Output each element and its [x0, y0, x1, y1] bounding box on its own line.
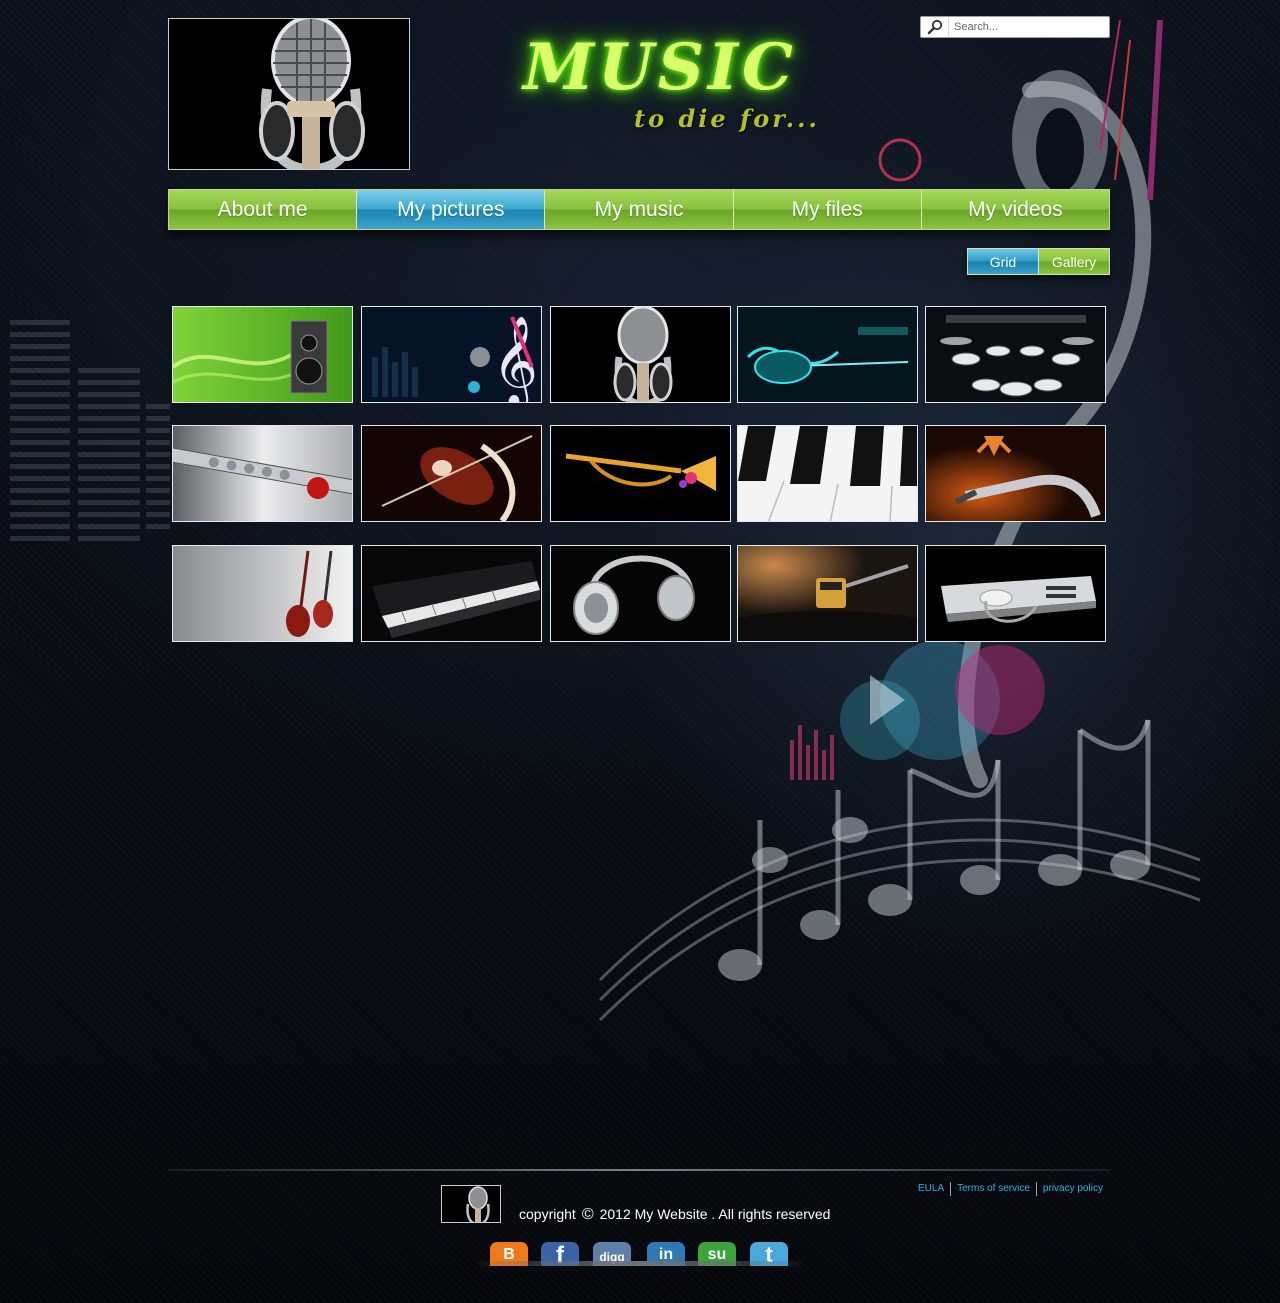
equalizer-decoration: [0, 310, 170, 560]
nav-item-my-videos[interactable]: My videos: [921, 190, 1110, 229]
copyright-label: copyright: [519, 1206, 576, 1222]
nav-item-about-me[interactable]: About me: [169, 190, 358, 229]
copyright-notice: copyright © 2012 My Website . All rights r…: [519, 1206, 830, 1224]
footer-logo[interactable]: [441, 1185, 501, 1223]
search-icon[interactable]: [921, 17, 949, 37]
thumbnail-treble-clef-microphone[interactable]: 𝄞: [361, 306, 542, 403]
thumbnail-turntable-cartridge[interactable]: [737, 545, 918, 642]
thumbnail-dj-mixer[interactable]: [925, 545, 1106, 642]
thumbnail-grand-piano[interactable]: [361, 545, 542, 642]
nav-item-my-music[interactable]: My music: [545, 190, 734, 229]
thumbnail-green-speaker[interactable]: [172, 306, 353, 403]
nav-item-my-pictures[interactable]: My pictures: [357, 190, 546, 229]
grid-view-button[interactable]: Grid: [968, 249, 1039, 274]
search-box[interactable]: [920, 16, 1110, 38]
site-title: MUSIC: [523, 30, 797, 105]
thumbnail-microphone-headphones[interactable]: [550, 306, 731, 403]
footer-link-terms[interactable]: Terms of service: [950, 1182, 1036, 1196]
main-nav: About me My pictures My music My files M…: [168, 189, 1110, 230]
footer-links: EULA Terms of service privacy policy: [912, 1182, 1109, 1196]
gallery-view-button[interactable]: Gallery: [1039, 249, 1109, 274]
search-input[interactable]: [949, 18, 1105, 36]
footer-link-privacy[interactable]: privacy policy: [1035, 1182, 1109, 1196]
social-shelf: [478, 1261, 802, 1266]
site-tagline: to die for...: [634, 104, 820, 133]
site-logo[interactable]: [168, 18, 410, 170]
thumbnail-violin-art[interactable]: [361, 425, 542, 522]
thumbnail-glowing-guitar[interactable]: [737, 306, 918, 403]
thumbnail-piano-keys-closeup[interactable]: [737, 425, 918, 522]
thumbnail-guitars-white[interactable]: [172, 545, 353, 642]
copyright-text: 2012 My Website . All rights reserved: [599, 1206, 831, 1222]
thumbnail-golden-trumpet[interactable]: [550, 425, 731, 522]
site-title-block: MUSIC to die for...: [490, 30, 830, 140]
thumbnail-headphones-silver[interactable]: [550, 545, 731, 642]
nav-item-my-files[interactable]: My files: [733, 190, 922, 229]
copyright-symbol: ©: [581, 1206, 594, 1223]
thumbnail-drum-kit[interactable]: [925, 306, 1106, 403]
view-toggle: Grid Gallery: [967, 248, 1110, 275]
footer-link-eula[interactable]: EULA: [912, 1182, 950, 1196]
footer-divider: [168, 1169, 1110, 1171]
social-icons: B f digg in su t: [478, 1238, 802, 1266]
music-notes-decoration: [598, 19, 1201, 1022]
thumbnail-saxophone-butterfly[interactable]: [925, 425, 1106, 522]
thumbnail-flute-rose[interactable]: [172, 425, 353, 522]
